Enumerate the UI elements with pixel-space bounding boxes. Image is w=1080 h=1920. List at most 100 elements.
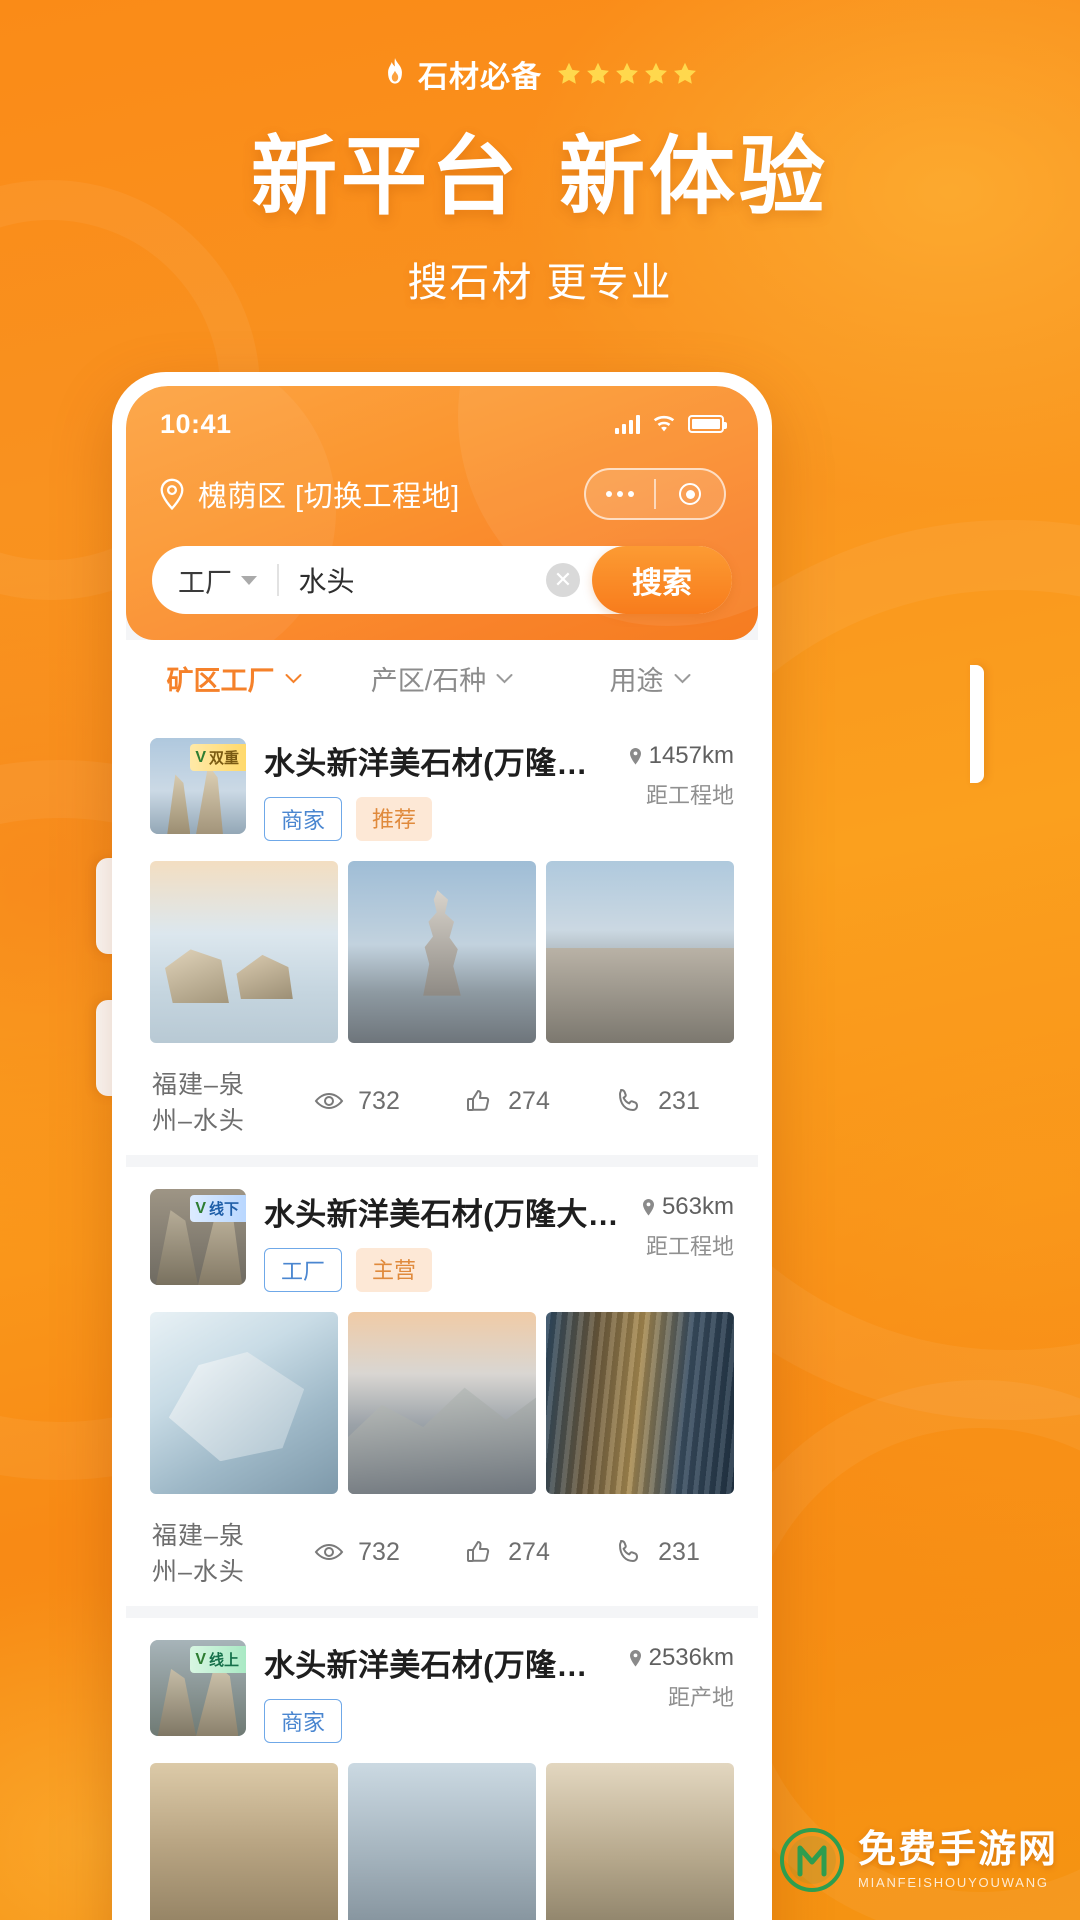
gallery-image[interactable]	[348, 1312, 536, 1494]
status-badge: 工厂	[264, 1248, 343, 1292]
stat-value: 231	[658, 1086, 700, 1115]
listing-gallery	[150, 861, 734, 1043]
distance-value: 563km	[661, 1193, 734, 1220]
star-icon	[616, 62, 638, 84]
listing-stats: 福建–泉州–水头 732 274 231	[150, 1516, 734, 1588]
watermark-title: 免费手游网	[857, 1829, 1058, 1871]
distance-line: 563km	[641, 1193, 734, 1221]
gallery-image[interactable]	[546, 1763, 734, 1920]
wm-shield-icon	[779, 1828, 844, 1892]
listing-list: V 双重 水头新洋美石材(万隆大板... 商家 推荐 1457km 距工程地 福…	[126, 716, 758, 1920]
category-label: 工厂	[178, 567, 232, 598]
gallery-image[interactable]	[150, 1312, 338, 1494]
list-item[interactable]: V 双重 水头新洋美石材(万隆大板... 商家 推荐 1457km 距工程地 福…	[126, 716, 758, 1155]
gallery-image[interactable]	[150, 861, 338, 1043]
phone-icon	[619, 1089, 639, 1111]
gallery-image[interactable]	[348, 1763, 536, 1920]
filter-tab-mine-factory[interactable]: 矿区工厂	[130, 659, 338, 698]
page-subtitle: 搜石材 更专业	[407, 261, 673, 305]
status-badge: 主营	[356, 1248, 433, 1292]
listing-thumbnail[interactable]: V 线上	[150, 1640, 246, 1736]
chevron-down-icon	[674, 673, 690, 683]
verify-ribbon-text: 线上	[208, 1652, 239, 1669]
mini-program-capsule[interactable]	[584, 468, 726, 520]
gallery-image[interactable]	[546, 861, 734, 1043]
thumb-up-icon	[467, 1090, 490, 1111]
headline-part-1: 新平台	[251, 129, 521, 225]
listing-distance: 2536km 距产地	[628, 1640, 734, 1712]
location-left[interactable]: 槐荫区 [切换工程地]	[158, 473, 460, 515]
distance-line: 2536km	[628, 1644, 734, 1672]
distance-value: 1457km	[648, 742, 734, 769]
stat-views: 732	[282, 1537, 432, 1567]
gallery-image[interactable]	[546, 1312, 734, 1494]
verify-mark: V	[195, 1650, 206, 1668]
listing-gallery	[150, 1312, 734, 1494]
page-title: 新平台 新体验	[0, 134, 1080, 220]
listing-region: 福建–泉州–水头	[152, 1071, 245, 1135]
filter-tabs: 矿区工厂 产区/石种 用途	[126, 640, 758, 716]
listing-distance: 563km 距工程地	[641, 1189, 734, 1261]
stat-value: 274	[508, 1086, 550, 1115]
hero-kicker-text: 石材必备	[418, 61, 542, 94]
search-divider	[277, 564, 279, 596]
eye-icon	[314, 1543, 344, 1561]
clear-icon[interactable]: ✕	[546, 563, 580, 597]
listing-title[interactable]: 水头新洋美石材(万隆大板...	[264, 1189, 623, 1234]
gallery-image[interactable]	[348, 861, 536, 1043]
stat-likes: 274	[432, 1537, 582, 1567]
watermark: 免费手游网 MIANFEISHOUYOUWANG	[779, 1828, 1058, 1892]
phone-side-button	[970, 665, 984, 783]
watermark-text: 免费手游网 MIANFEISHOUYOUWANG	[858, 1831, 1058, 1889]
stat-views: 732	[282, 1086, 432, 1116]
close-target-button[interactable]	[656, 470, 724, 518]
filter-label: 矿区工厂	[166, 665, 275, 696]
chevron-down-icon	[285, 673, 301, 683]
listing-thumbnail[interactable]: V 线下	[150, 1189, 246, 1285]
list-item[interactable]: V 线下 水头新洋美石材(万隆大板... 工厂 主营 563km 距工程地 福建…	[126, 1167, 758, 1606]
location-pin-icon	[629, 747, 641, 764]
chevron-down-icon	[241, 575, 257, 585]
listing-main: 水头新洋美石材(万隆大板... 商家	[264, 1640, 610, 1743]
listing-title[interactable]: 水头新洋美石材(万隆大板...	[264, 738, 610, 783]
star-icon	[558, 62, 580, 84]
search-button[interactable]: 搜索	[592, 546, 732, 614]
stat-value: 231	[658, 1537, 700, 1566]
flame-icon	[388, 58, 402, 84]
listing-header: V 线上 水头新洋美石材(万隆大板... 商家 2536km 距产地	[150, 1640, 734, 1743]
gallery-image[interactable]	[150, 1763, 338, 1920]
listing-title[interactable]: 水头新洋美石材(万隆大板...	[264, 1640, 610, 1685]
filter-tab-region-stone[interactable]: 产区/石种	[338, 659, 546, 698]
verify-ribbon-text: 线下	[208, 1201, 239, 1218]
search-input[interactable]: 水头	[299, 560, 547, 600]
search-bar[interactable]: 工厂 水头 ✕ 搜索	[152, 546, 732, 614]
status-badge: 推荐	[356, 797, 433, 841]
listing-badges: 商家	[264, 1699, 610, 1743]
rating-stars	[556, 61, 698, 87]
list-item[interactable]: V 线上 水头新洋美石材(万隆大板... 商家 2536km 距产地	[126, 1618, 758, 1920]
hero-section: 石材必备 新平台 新体验 搜石材 更专业	[0, 0, 1080, 308]
stat-value: 732	[358, 1537, 400, 1566]
location-pin-icon	[160, 478, 184, 510]
listing-stats: 福建–泉州–水头 732 274 231	[150, 1065, 734, 1137]
location-pin-icon	[642, 1198, 654, 1215]
stat-calls: 231	[582, 1537, 732, 1567]
listing-main: 水头新洋美石材(万隆大板... 商家 推荐	[264, 738, 610, 841]
filter-tab-usage[interactable]: 用途	[546, 659, 754, 698]
verify-ribbon: V 线上	[190, 1646, 246, 1673]
watermark-subtitle: MIANFEISHOUYOUWANG	[857, 1875, 1049, 1890]
category-selector[interactable]: 工厂	[178, 561, 257, 600]
app-header: 10:41 槐荫区 [切换工程地] 工厂 水头 ✕ 搜索	[126, 386, 758, 640]
distance-label: 距工程地	[645, 783, 734, 808]
filter-label: 产区/石种	[370, 665, 487, 696]
star-icon	[645, 62, 667, 84]
listing-main: 水头新洋美石材(万隆大板... 工厂 主营	[264, 1189, 623, 1292]
star-icon	[587, 62, 609, 84]
filter-label: 用途	[609, 665, 664, 696]
distance-value: 2536km	[648, 1644, 734, 1671]
verify-ribbon: V 双重	[190, 744, 246, 771]
location-bar[interactable]: 槐荫区 [切换工程地]	[152, 468, 732, 520]
listing-thumbnail[interactable]: V 双重	[150, 738, 246, 834]
status-clock: 10:41	[160, 408, 232, 439]
more-button[interactable]	[586, 470, 654, 518]
